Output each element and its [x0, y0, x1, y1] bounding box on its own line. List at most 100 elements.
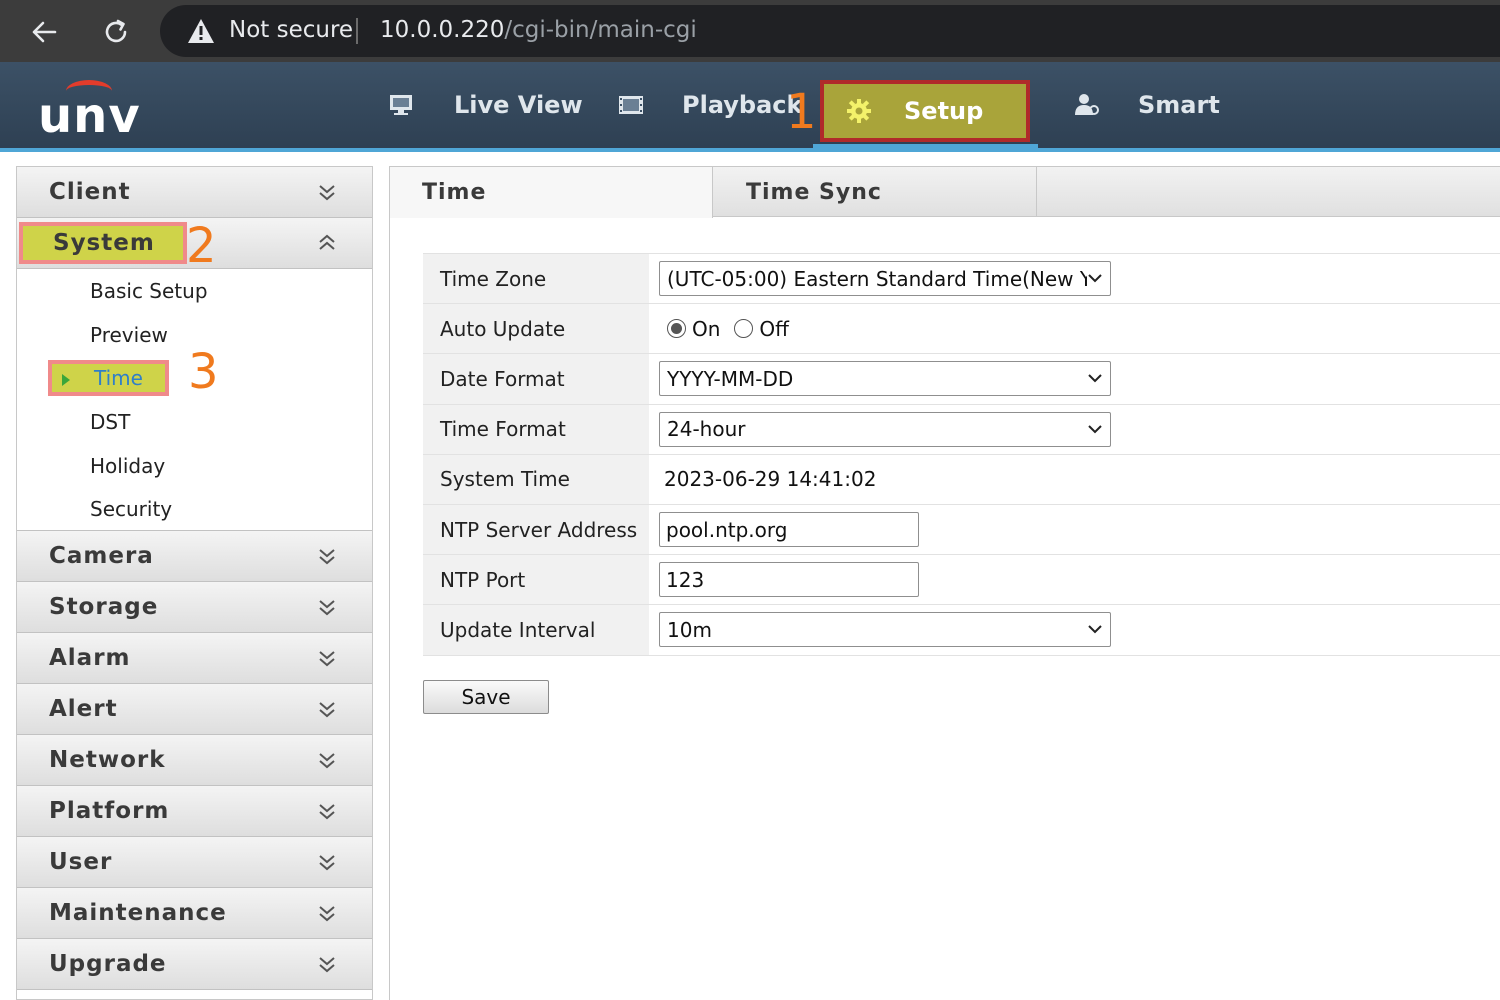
sidebar-item-security[interactable]: Security	[17, 487, 372, 532]
nav-live-view-label: Live View	[454, 91, 583, 119]
tab-bar: Time Time Sync	[390, 167, 1500, 218]
double-chevron-down-icon	[319, 957, 335, 973]
sidebar-section-label: System	[19, 222, 187, 264]
double-chevron-up-icon	[319, 234, 335, 250]
sidebar-item-label: Security	[90, 496, 173, 521]
annotation-step-2: 2	[186, 218, 217, 274]
double-chevron-down-icon	[319, 906, 335, 922]
header-accent-line	[0, 148, 1500, 152]
auto-update-off-radio[interactable]	[734, 319, 754, 339]
annotation-step-3: 3	[188, 344, 219, 400]
time-format-select[interactable]: 24-hour	[659, 411, 1111, 447]
gear-icon	[847, 99, 871, 123]
double-chevron-down-icon	[319, 651, 335, 667]
address-bar[interactable]: Not secure 10.0.0.220/cgi-bin/main-cgi	[160, 5, 1500, 57]
system-time-value: 2023-06-29 14:41:02	[664, 467, 877, 492]
auto-update-on-label[interactable]: On	[692, 317, 720, 341]
smart-user-icon	[1075, 94, 1099, 115]
reload-icon	[105, 19, 127, 43]
form-row-update-interval: Update Interval 10m	[423, 605, 1500, 656]
nav-smart[interactable]: Smart	[1074, 62, 1220, 148]
nav-playback[interactable]: Playback	[618, 62, 802, 148]
form-row-system-time: System Time 2023-06-29 14:41:02	[423, 454, 1500, 505]
time-zone-label: Time Zone	[423, 254, 649, 304]
date-format-label: Date Format	[423, 354, 649, 404]
double-chevron-down-icon	[319, 549, 335, 565]
date-format-select[interactable]: YYYY-MM-DD	[659, 361, 1111, 397]
tab-time-sync[interactable]: Time Sync	[714, 167, 1037, 217]
unv-logo: unv	[38, 80, 148, 144]
sidebar-section-camera[interactable]: Camera	[17, 531, 372, 583]
form-row-time-format: Time Format 24-hour	[423, 404, 1500, 455]
chevron-down-icon	[1088, 274, 1102, 283]
sidebar-item-holiday[interactable]: Holiday	[17, 444, 372, 488]
form-row-ntp-port: NTP Port 123	[423, 555, 1500, 606]
update-interval-label: Update Interval	[423, 605, 649, 655]
sidebar-section-label: Client	[49, 179, 131, 205]
double-chevron-down-icon	[319, 600, 335, 616]
security-status[interactable]: Not secure	[229, 17, 353, 43]
sidebar-section-label: Camera	[49, 543, 154, 570]
update-interval-value: 10m	[667, 617, 712, 642]
tab-time[interactable]: Time	[390, 167, 713, 218]
double-chevron-down-icon	[319, 804, 335, 820]
monitor-icon	[390, 95, 412, 115]
warning-icon	[188, 19, 214, 43]
nav-setup-label: Setup	[904, 97, 984, 125]
sidebar-section-user[interactable]: User	[17, 837, 372, 889]
update-interval-select[interactable]: 10m	[659, 612, 1111, 648]
sidebar-section-storage[interactable]: Storage	[17, 582, 372, 634]
auto-update-on-radio[interactable]	[667, 319, 686, 339]
sidebar-item-basic-setup[interactable]: Basic Setup	[17, 269, 372, 313]
ntp-port-input[interactable]: 123	[659, 562, 919, 598]
ntp-server-label: NTP Server Address	[423, 504, 649, 555]
sidebar-item-dst[interactable]: DST	[17, 400, 372, 444]
double-chevron-down-icon	[319, 753, 335, 769]
time-zone-select[interactable]: (UTC-05:00) Eastern Standard Time(New Yo…	[659, 261, 1111, 297]
back-button[interactable]	[24, 12, 64, 52]
save-button[interactable]: Save	[423, 680, 549, 714]
app-header: unv Live View Playback Setup Smart	[0, 62, 1500, 148]
sidebar-section-label: Platform	[49, 798, 170, 825]
url-text[interactable]: 10.0.0.220/cgi-bin/main-cgi	[380, 17, 697, 43]
setup-sidebar: Client System Basic Setup Preview Time D…	[16, 166, 373, 1000]
browser-toolbar: Not secure 10.0.0.220/cgi-bin/main-cgi	[0, 0, 1500, 62]
sidebar-item-label: Holiday	[90, 453, 166, 478]
time-format-label: Time Format	[423, 404, 649, 454]
auto-update-off-label[interactable]: Off	[759, 317, 789, 341]
double-chevron-down-icon	[319, 855, 335, 871]
nav-live-view[interactable]: Live View	[388, 62, 583, 148]
ntp-server-input[interactable]: pool.ntp.org	[659, 512, 919, 548]
form-row-auto-update: Auto Update On Off	[423, 304, 1500, 355]
nav-smart-label: Smart	[1138, 91, 1220, 119]
sidebar-section-alarm[interactable]: Alarm	[17, 633, 372, 685]
back-arrow-icon	[32, 21, 57, 43]
double-chevron-down-icon	[319, 185, 335, 201]
form-row-date-format: Date Format YYYY-MM-DD	[423, 354, 1500, 405]
sidebar-section-network[interactable]: Network	[17, 735, 372, 787]
sidebar-section-label: Storage	[49, 594, 159, 621]
nav-setup[interactable]: Setup	[820, 80, 1030, 142]
sidebar-section-label: User	[49, 849, 113, 876]
sidebar-item-label: Preview	[90, 322, 168, 347]
sidebar-section-maintenance[interactable]: Maintenance	[17, 888, 372, 940]
sidebar-section-client[interactable]: Client	[17, 167, 372, 218]
sidebar-section-label: Upgrade	[49, 951, 167, 978]
annotation-step-1: 1	[786, 84, 817, 140]
sidebar-section-label: Alarm	[49, 645, 131, 672]
sidebar-section-upgrade[interactable]: Upgrade	[17, 939, 372, 991]
sidebar-item-label: DST	[90, 409, 131, 434]
system-time-label: System Time	[423, 454, 649, 504]
sidebar-item-label: Basic Setup	[90, 278, 208, 303]
sidebar-section-platform[interactable]: Platform	[17, 786, 372, 838]
reload-button[interactable]	[96, 12, 136, 52]
logo-text: unv	[38, 88, 141, 144]
double-chevron-down-icon	[319, 702, 335, 718]
form-row-ntp-server: NTP Server Address pool.ntp.org	[423, 504, 1500, 556]
sidebar-section-alert[interactable]: Alert	[17, 684, 372, 736]
sidebar-section-label: Maintenance	[49, 900, 227, 927]
url-path: /cgi-bin/main-cgi	[504, 17, 697, 43]
time-form: Time Zone (UTC-05:00) Eastern Standard T…	[423, 253, 1500, 656]
system-submenu: Basic Setup Preview Time DST Holiday Sec…	[17, 269, 372, 532]
time-format-value: 24-hour	[667, 417, 746, 442]
